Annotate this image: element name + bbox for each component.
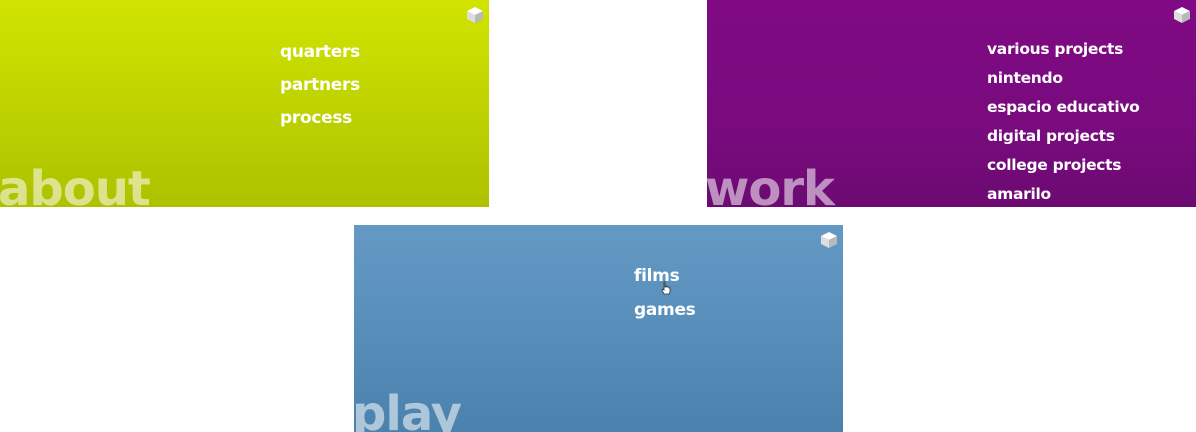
cube-icon[interactable] [820,231,838,249]
cube-icon[interactable] [1173,6,1191,24]
work-title: work [707,161,835,207]
about-title: about [0,161,151,207]
menu-item-games[interactable]: games [634,299,696,333]
hand-cursor-icon [661,280,671,295]
menu-item-partners[interactable]: partners [280,74,360,107]
menu-item-espacio-educativo[interactable]: espacio educativo [987,98,1140,127]
menu-item-quarters[interactable]: quarters [280,41,360,74]
menu-item-nintendo[interactable]: nintendo [987,69,1140,98]
menu-item-amarilo[interactable]: amarilo [987,185,1140,207]
work-menu: various projects nintendo espacio educat… [987,40,1140,207]
menu-item-college-projects[interactable]: college projects [987,156,1140,185]
menu-item-process[interactable]: process [280,107,360,140]
play-panel: films games play [354,225,843,432]
about-menu: quarters partners process [280,41,360,140]
page: quarters partners process about various … [0,0,1196,432]
work-panel: various projects nintendo espacio educat… [707,0,1196,207]
about-panel: quarters partners process about [0,0,489,207]
menu-item-various-projects[interactable]: various projects [987,40,1140,69]
play-menu: films games [634,265,696,333]
cube-icon[interactable] [466,6,484,24]
play-title: play [354,386,462,432]
menu-item-digital-projects[interactable]: digital projects [987,127,1140,156]
